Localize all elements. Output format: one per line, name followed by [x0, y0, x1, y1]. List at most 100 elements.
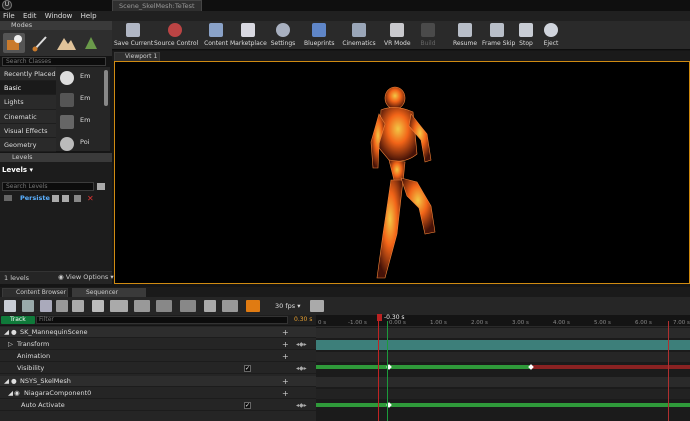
keyframe-nav-icon[interactable]: ◂◆▸ [296, 363, 307, 374]
modes-scrollbar[interactable] [104, 70, 108, 106]
settings-icon[interactable] [72, 300, 84, 312]
viewport-tab[interactable]: Viewport 1 [114, 52, 160, 61]
auto-activate-section[interactable] [316, 403, 690, 407]
unreal-logo-icon[interactable]: U [2, 0, 12, 10]
list-item[interactable]: Em [56, 67, 110, 89]
category-geometry[interactable]: Geometry [0, 138, 56, 153]
marketplace-button[interactable]: Marketplace [230, 22, 267, 49]
add-icon[interactable]: + [282, 339, 289, 350]
search-classes-input[interactable]: Search Classes [2, 57, 106, 66]
save-sequence-icon[interactable] [4, 300, 16, 312]
category-recently-placed[interactable]: Recently Placed [0, 67, 56, 82]
cinematics-button[interactable]: Cinematics [342, 22, 376, 49]
filter-input[interactable]: Filter [36, 316, 288, 324]
save-icon[interactable] [62, 195, 69, 202]
expand-arrow-icon[interactable]: ▷ [8, 339, 13, 350]
time-ruler[interactable] [316, 315, 690, 327]
category-lights[interactable]: Lights [0, 95, 56, 110]
menu-help[interactable]: Help [78, 11, 100, 21]
collapse-arrow-icon[interactable]: ◢ [8, 388, 13, 399]
source-control-button[interactable]: Source Control [154, 22, 198, 49]
level-tab[interactable]: Scene_SkelMesh:TeTest [112, 0, 202, 11]
find-in-browser-icon[interactable] [22, 300, 34, 312]
levels-tab[interactable]: Levels [0, 153, 112, 162]
foliage-mode-icon[interactable] [80, 33, 102, 53]
visibility-off-icon[interactable]: ✕ [87, 194, 94, 203]
start-marker[interactable] [387, 321, 388, 421]
resume-button[interactable]: Resume [452, 22, 478, 49]
visibility-checkbox[interactable]: ✓ [244, 365, 251, 372]
resume-icon [458, 23, 472, 37]
transform-section[interactable] [316, 340, 690, 350]
view-options-button[interactable]: ◉ View Options ▾ [58, 273, 114, 281]
track-row[interactable]: ◢ ● SK_MannequinScene + [0, 327, 316, 338]
track-row[interactable]: ◢ ◉ NiagaraComponent0 + [0, 388, 316, 399]
viewport[interactable] [114, 61, 690, 284]
persistent-level-label[interactable]: Persiste [20, 194, 50, 202]
transform-icon[interactable] [204, 300, 216, 312]
place-mode-icon[interactable] [3, 33, 25, 53]
list-item[interactable]: Em [56, 89, 110, 111]
list-item[interactable]: Poi [56, 133, 110, 151]
track-row[interactable]: Auto Activate ✓ ◂◆▸ [0, 400, 316, 411]
selection-icon[interactable] [156, 300, 172, 312]
track-row[interactable]: ◢ ● NSYS_SkelMesh + [0, 376, 316, 387]
modes-tab[interactable]: Modes [0, 21, 112, 30]
create-camera-icon[interactable] [40, 300, 52, 312]
render-movie-icon[interactable] [56, 300, 68, 312]
playhead[interactable] [377, 314, 382, 321]
snap-icon[interactable] [180, 300, 196, 312]
vr-mode-button[interactable]: VR Mode [384, 22, 411, 49]
restore-state-icon[interactable] [92, 300, 104, 312]
blueprints-button[interactable]: Blueprints [304, 22, 335, 49]
settings-button[interactable]: Settings [270, 22, 296, 49]
track-row[interactable]: ▷ Transform + ◂◆▸ [0, 339, 316, 350]
add-icon[interactable]: + [282, 376, 289, 387]
add-icon[interactable]: + [282, 327, 289, 338]
curve-edit-icon[interactable] [222, 300, 238, 312]
add-icon[interactable]: + [282, 351, 289, 362]
menu-edit[interactable]: Edit [20, 11, 40, 21]
frame-skip-button[interactable]: Frame Skip [482, 22, 515, 49]
visibility-hidden-section[interactable] [531, 365, 690, 369]
auto-key-icon[interactable] [310, 300, 324, 312]
lock-icon[interactable] [52, 195, 59, 202]
content-browser-tab[interactable]: Content Browser [2, 288, 68, 297]
stop-button[interactable]: Stop [516, 22, 536, 49]
save-level-icon[interactable] [97, 183, 105, 190]
framerate-dropdown[interactable]: 30 fps ▾ [275, 300, 300, 312]
collapse-arrow-icon[interactable]: ◢ [4, 376, 9, 387]
search-levels-input[interactable]: Search Levels [2, 182, 94, 191]
view-options-label: View Options [65, 273, 109, 281]
sequencer-tab[interactable]: Sequencer [72, 288, 146, 297]
color-icon[interactable] [74, 195, 81, 202]
build-button[interactable]: Build [416, 22, 440, 49]
collapse-arrow-icon[interactable]: ◢ [4, 327, 9, 338]
current-time-display[interactable]: 0.30 s [294, 316, 312, 324]
end-marker[interactable] [668, 321, 669, 421]
keyframe-nav-icon[interactable]: ◂◆▸ [296, 339, 307, 350]
menu-file[interactable]: File [0, 11, 18, 21]
category-cinematic[interactable]: Cinematic [0, 110, 56, 124]
menu-window[interactable]: Window [42, 11, 76, 21]
save-current-button[interactable]: Save Current [114, 22, 153, 49]
list-item[interactable]: Em [56, 111, 110, 133]
add-icon[interactable]: + [282, 388, 289, 399]
category-basic[interactable]: Basic [0, 81, 56, 96]
eye-icon[interactable] [110, 300, 128, 312]
levels-dropdown[interactable]: Levels ▾ [2, 166, 33, 174]
play-range-icon[interactable] [134, 300, 150, 312]
eject-button[interactable]: Eject [540, 22, 562, 49]
magnet-icon[interactable] [246, 300, 260, 312]
auto-activate-checkbox[interactable]: ✓ [244, 402, 251, 409]
playhead-line[interactable] [378, 321, 379, 421]
paint-mode-icon[interactable] [29, 33, 51, 53]
track-row[interactable]: Visibility ✓ ◂◆▸ [0, 363, 316, 374]
add-track-button[interactable]: Track [1, 316, 35, 324]
content-button[interactable]: Content [204, 22, 228, 49]
fire-character-figure [370, 86, 436, 279]
landscape-mode-icon[interactable] [55, 33, 77, 53]
track-row[interactable]: Animation + [0, 351, 316, 362]
category-visual-effects[interactable]: Visual Effects [0, 124, 56, 138]
keyframe-nav-icon[interactable]: ◂◆▸ [296, 400, 307, 411]
